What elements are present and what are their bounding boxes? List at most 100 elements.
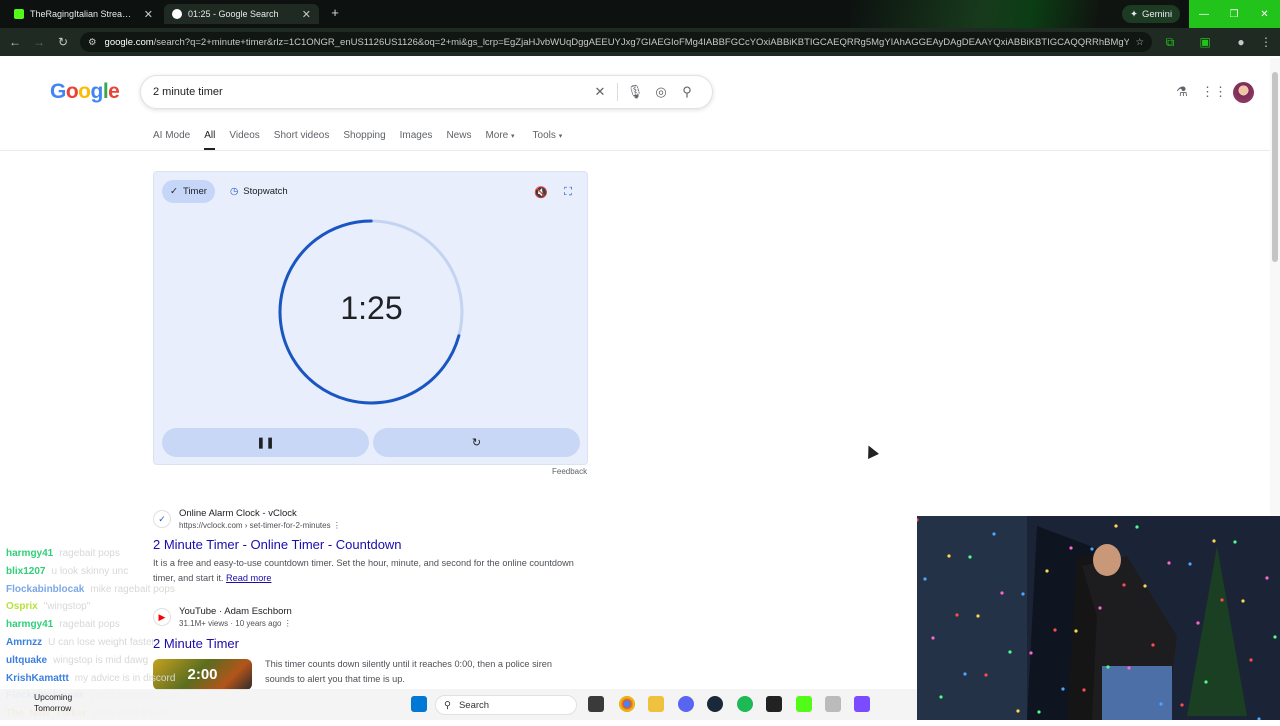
chat-text: U can lose weight faster [48,636,155,648]
kick-icon [14,9,24,19]
tab-videos[interactable]: Videos [229,128,259,150]
tab-ai-mode[interactable]: AI Mode [153,128,190,150]
discord-icon[interactable] [678,696,694,712]
url-host: google.com [104,36,154,48]
fullscreen-icon[interactable]: ⛶ [560,184,576,200]
labs-flask-icon[interactable]: ⚗ [1172,82,1192,102]
streamer-face [1093,544,1121,576]
light-dot [1008,650,1012,654]
tab-shopping[interactable]: Shopping [343,128,385,150]
app-icon[interactable] [825,696,841,712]
result-site-name: Online Alarm Clock - vClock [179,508,297,519]
light-dot [1196,621,1200,625]
account-avatar[interactable] [1233,82,1254,103]
chat-username: Flockabinblocak [6,583,85,595]
new-tab-button[interactable]: + [328,6,342,20]
reset-button[interactable]: ↻ [373,428,580,457]
light-dot [955,613,959,617]
google-lens-icon[interactable]: ◎ [648,79,674,105]
result-source[interactable]: ✓ Online Alarm Clock - vClock https://vc… [153,508,341,532]
close-window-button[interactable]: ✕ [1249,0,1280,28]
file-explorer-icon[interactable] [648,696,664,712]
tab-stream[interactable]: TheRagingItalian Stream - Wat ✕ [6,4,161,24]
caret-down-icon: ▾ [558,133,563,140]
tab-tools[interactable]: Tools ▾ [533,128,563,150]
light-dot [1037,710,1041,714]
chat-message: harmgy41 ragebait pops [6,548,266,566]
chrome-icon[interactable] [619,696,635,712]
tab-google-search[interactable]: 01:25 - Google Search ✕ [164,4,319,24]
epic-games-icon[interactable] [766,696,782,712]
url-bar[interactable]: ⚙ google.com/search?q=2+minute+timer&rlz… [80,32,1152,52]
more-options-icon[interactable]: ⋮ [333,521,341,530]
light-dot [1249,658,1253,662]
gemini-button[interactable]: ✦ Gemini [1122,5,1181,23]
steam-icon[interactable] [707,696,723,712]
chat-text: u look skinny unc [51,565,129,577]
minimize-button[interactable]: — [1189,0,1219,28]
light-dot [1159,702,1163,706]
clear-icon[interactable]: ✕ [587,79,613,105]
more-options-icon[interactable]: ⋮ [284,619,292,628]
taskbar-search[interactable]: ⚲ Search [435,695,577,715]
light-dot [963,672,967,676]
timer-display: 1:25 [340,290,403,326]
light-dot [923,577,927,581]
tab-more[interactable]: More ▾ [485,128,514,150]
tab-news[interactable]: News [446,128,471,150]
search-box[interactable]: ✕ 🎙 ◎ ⚲ [140,75,713,109]
task-view-icon[interactable] [588,696,604,712]
tab-all[interactable]: All [204,128,216,150]
gemini-icon: ✦ [1130,8,1138,20]
windows-start-icon[interactable] [411,696,427,712]
mute-icon[interactable]: 🔇 [533,184,549,200]
chat-message: Amrnzz U can lose weight faster [6,637,266,655]
timer-mode-chip[interactable]: ✓ Timer [162,180,215,203]
app-grid-icon[interactable] [854,696,870,712]
result-url: https://vclock.com › set-timer-for-2-min… [179,521,341,530]
plaid-pants [1102,666,1172,720]
clock-icon: ◷ [230,186,239,197]
search-icon[interactable]: ⚲ [674,79,700,105]
light-dot [1180,703,1184,707]
tab-short-videos[interactable]: Short videos [274,128,330,150]
reading-mode-icon[interactable]: ▣ [1197,34,1213,50]
spotify-icon[interactable] [737,696,753,712]
light-dot [976,614,980,618]
google-logo[interactable]: Google [50,80,120,104]
extensions-icon[interactable]: ⧉ [1162,34,1178,50]
streaming-app-icon[interactable] [796,696,812,712]
browser-menu-icon[interactable]: ⋮ [1258,34,1274,50]
bookmark-star-icon[interactable]: ☆ [1135,37,1144,48]
stopwatch-mode-chip[interactable]: ◷ Stopwatch [222,180,296,203]
light-dot [1135,525,1139,529]
microphone-icon[interactable]: 🎙 [622,79,648,105]
feedback-link[interactable]: Feedback [552,467,587,476]
apps-grid-icon[interactable]: ⋮⋮ [1201,82,1227,102]
pause-button[interactable]: ❚❚ [162,428,369,457]
reload-button[interactable]: ↻ [55,34,71,50]
light-dot [1045,569,1049,573]
search-input[interactable] [153,86,587,98]
chat-username: harmgy41 [6,548,54,559]
forward-button[interactable]: → [31,34,47,50]
light-dot [1061,687,1065,691]
restore-button[interactable]: ❐ [1219,0,1249,28]
back-button[interactable]: ← [7,34,23,50]
light-dot [1053,628,1057,632]
light-dot [992,532,996,536]
close-tab-icon[interactable]: ✕ [302,8,311,21]
caret-down-icon: ▾ [511,133,515,140]
close-tab-icon[interactable]: ✕ [144,8,153,21]
weather-widget[interactable]: Upcoming Tomorrow [12,692,72,714]
tab-images[interactable]: Images [400,128,433,150]
light-dot [1212,539,1216,543]
result-snippet: This timer counts down silently until it… [265,659,552,684]
chat-message: ultquake wingstop is mid dawg [6,655,266,673]
profile-avatar-icon[interactable]: ● [1233,34,1249,50]
url-path: /search?q=2+minute+timer&rlz=1C1ONGR_enU… [153,36,1130,48]
vclock-icon: ✓ [153,510,171,528]
scrollbar-thumb[interactable] [1272,72,1278,262]
light-dot [1082,688,1086,692]
site-info-icon[interactable]: ⚙ [88,37,97,48]
